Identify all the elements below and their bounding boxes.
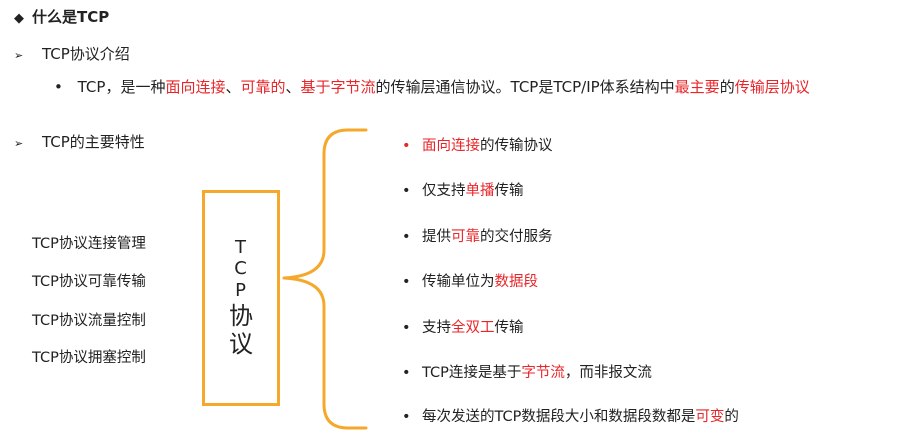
feature-highlight: 面向连接	[422, 138, 480, 154]
intro-line: • TCP，是一种面向连接、可靠的、基于字节流的传输层通信协议。TCP是TCP/…	[54, 76, 810, 97]
intro-highlight: 传输层协议	[734, 78, 810, 96]
feature-highlight: 数据段	[494, 274, 539, 290]
feature-text: 的传输协议	[480, 138, 553, 154]
feature-text: 仅支持	[422, 183, 466, 199]
dot-bullet-icon: •	[402, 138, 411, 154]
feature-text: TCP连接是基于	[422, 365, 522, 381]
intro-text-part: 的传输层通信协议。TCP是TCP/IP体系结构中	[375, 78, 675, 96]
dot-bullet-icon: •	[402, 365, 411, 381]
intro-text-part: TCP，是一种	[77, 78, 166, 96]
box-letter-p: P	[235, 280, 247, 301]
intro-text-part: 、	[285, 78, 301, 96]
dot-bullet-icon: •	[402, 183, 411, 199]
feature-item: • TCP连接是基于字节流，而非报文流	[402, 361, 652, 382]
arrow-bullet-icon: ➢	[14, 137, 24, 150]
left-item-reliable-transfer: TCP协议可靠传输	[32, 274, 146, 290]
feature-highlight: 单播	[465, 183, 495, 199]
section-heading-intro-text: TCP协议介绍	[42, 45, 130, 63]
diamond-bullet-icon: ◆	[14, 11, 24, 26]
dot-bullet-icon: •	[402, 409, 411, 425]
feature-highlight: 可靠	[451, 229, 480, 245]
left-item-congestion-control: TCP协议拥塞控制	[32, 350, 146, 366]
box-char-xie: 协	[229, 301, 253, 330]
section-heading-features: ➢ TCP的主要特性	[14, 131, 145, 152]
feature-item: • 每次发送的TCP数据段大小和数据段数都是可变的	[402, 405, 739, 426]
feature-text: 每次发送的TCP数据段大小和数据段数都是	[422, 409, 696, 425]
feature-item: • 仅支持单播传输	[402, 179, 524, 200]
curly-brace-icon	[282, 128, 368, 430]
box-letter-t: T	[235, 236, 247, 258]
intro-highlight: 可靠的	[240, 78, 286, 96]
intro-text-part: 、	[225, 78, 241, 96]
feature-text: 支持	[422, 320, 451, 336]
intro-text-part: 的	[719, 78, 735, 96]
feature-text: 提供	[422, 229, 451, 245]
arrow-bullet-icon: ➢	[14, 49, 24, 62]
intro-highlight: 基于字节流	[300, 78, 376, 96]
feature-item: • 提供可靠的交付服务	[402, 225, 553, 246]
section-heading-intro: ➢ TCP协议介绍	[14, 43, 130, 64]
feature-item: • 传输单位为数据段	[402, 270, 538, 291]
feature-highlight: 全双工	[451, 320, 495, 336]
feature-text: 传输	[494, 320, 524, 336]
feature-highlight: 字节流	[521, 365, 565, 381]
dot-bullet-icon: •	[402, 320, 411, 336]
feature-text: 的交付服务	[480, 229, 553, 245]
feature-text: 传输	[494, 183, 524, 199]
section-heading-features-text: TCP的主要特性	[42, 133, 145, 151]
feature-text: 传输单位为	[422, 274, 495, 290]
dot-bullet-icon: •	[54, 78, 63, 96]
slide-title: ◆ 什么是TCP	[14, 6, 109, 27]
box-char-yi: 议	[229, 330, 253, 359]
box-letter-c: C	[234, 258, 248, 280]
dot-bullet-icon: •	[402, 229, 411, 245]
feature-item: • 支持全双工传输	[402, 316, 524, 337]
feature-highlight: 可变	[695, 409, 725, 425]
intro-highlight: 面向连接	[165, 78, 226, 96]
intro-highlight: 最主要	[674, 78, 720, 96]
title-text: 什么是TCP	[32, 8, 110, 26]
dot-bullet-icon: •	[402, 274, 411, 290]
left-item-connection-mgmt: TCP协议连接管理	[32, 236, 146, 252]
feature-text: 的	[724, 409, 739, 425]
feature-text: ，而非报文流	[564, 365, 652, 381]
feature-item: • 面向连接的传输协议	[402, 134, 553, 155]
left-item-flow-control: TCP协议流量控制	[32, 313, 146, 329]
tcp-protocol-box: T C P 协 议	[202, 190, 280, 406]
